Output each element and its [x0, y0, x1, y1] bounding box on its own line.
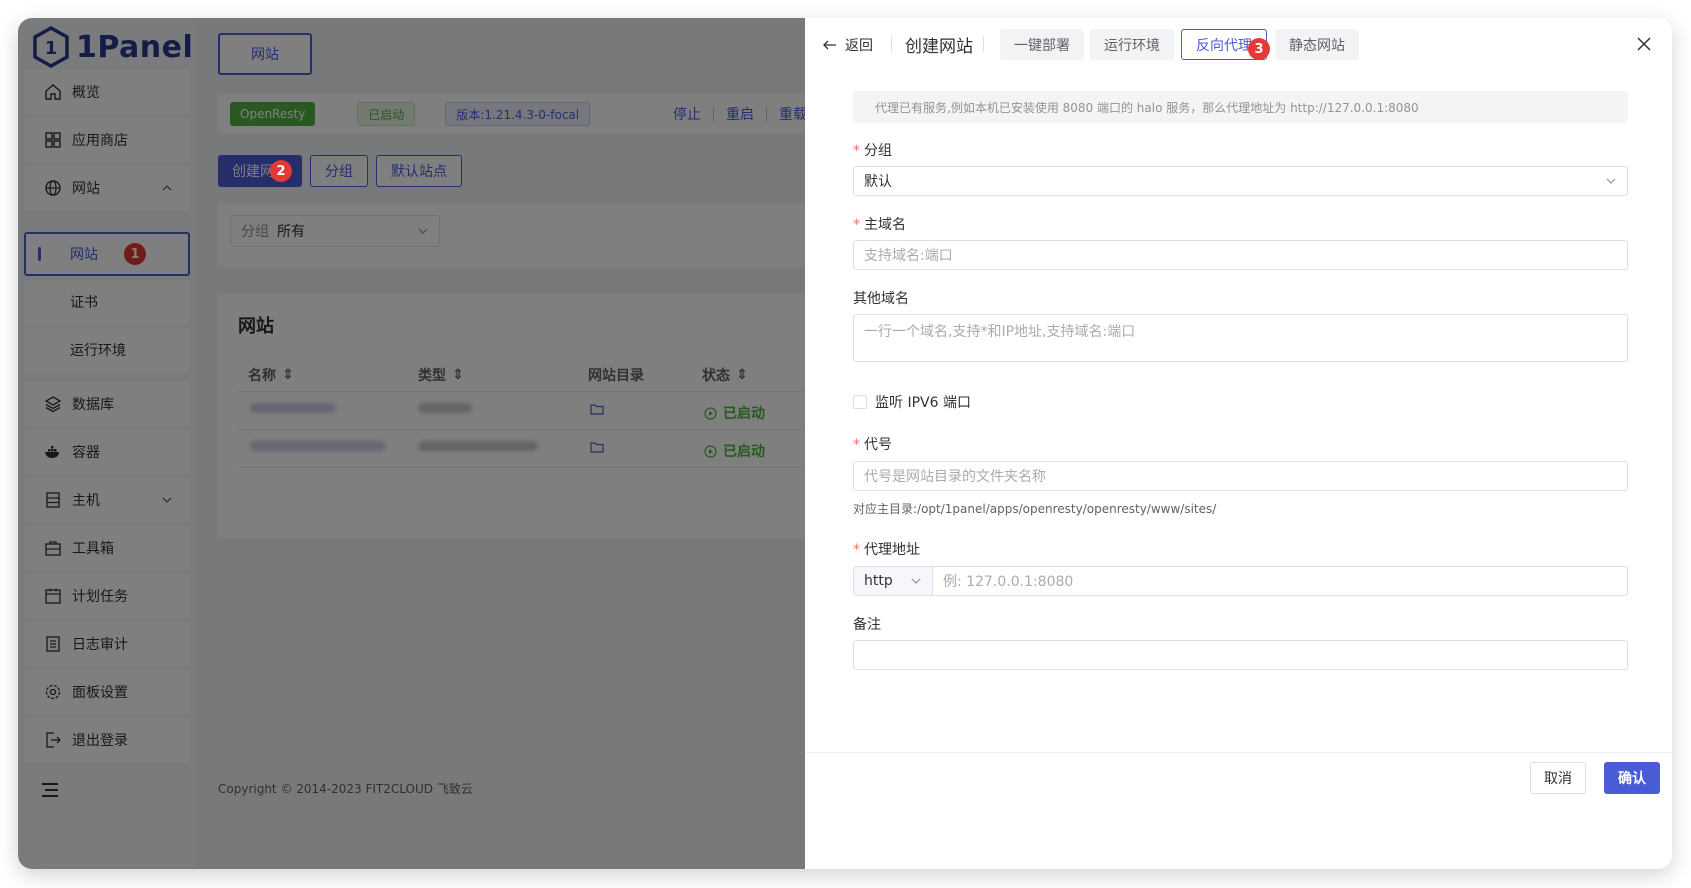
divider: [983, 36, 984, 52]
other-domains-textarea[interactable]: 一行一个域名,支持*和IP地址,支持域名:端口: [853, 314, 1628, 362]
group-select[interactable]: 默认: [853, 166, 1628, 196]
primary-domain-input[interactable]: 支持域名:端口: [853, 240, 1628, 270]
other-domains-placeholder: 一行一个域名,支持*和IP地址,支持域名:端口: [864, 324, 1136, 340]
tab-one-click-deploy[interactable]: 一键部署: [1000, 29, 1084, 60]
ipv6-label: 监听 IPV6 端口: [875, 395, 971, 411]
alias-placeholder: 代号是网站目录的文件夹名称: [864, 469, 1046, 485]
group-label-text: 分组: [864, 143, 892, 159]
group-label: * 分组: [853, 143, 892, 159]
remark-input[interactable]: [853, 640, 1628, 670]
chevron-down-icon: [911, 578, 921, 584]
drawer-footer-divider: [805, 752, 1672, 753]
chevron-down-icon: [1606, 178, 1616, 184]
primary-domain-placeholder: 支持域名:端口: [864, 248, 953, 264]
create-website-drawer: 返回 创建网站 一键部署 运行环境 反向代理 3 静态网站 代理已有服务,例如本…: [805, 18, 1672, 869]
arrow-left-icon: [823, 40, 836, 50]
tab-static-site[interactable]: 静态网站: [1275, 29, 1359, 60]
confirm-button[interactable]: 确认: [1604, 762, 1660, 794]
alias-label: * 代号: [853, 437, 892, 453]
remark-label: 备注: [853, 617, 881, 633]
cancel-button[interactable]: 取消: [1530, 762, 1586, 794]
proxy-hint-alert: 代理已有服务,例如本机已安装使用 8080 端口的 halo 服务，那么代理地址…: [853, 91, 1628, 123]
alias-input[interactable]: 代号是网站目录的文件夹名称: [853, 461, 1628, 491]
app-window: 1 1Panel 概览 应用商店 网站 网站 1 证书 运行环境: [18, 18, 1672, 869]
modal-overlay[interactable]: [18, 18, 805, 869]
close-icon[interactable]: [1634, 34, 1654, 54]
proxy-address-placeholder: 例: 127.0.0.1:8080: [943, 574, 1074, 590]
other-domains-label: 其他域名: [853, 291, 909, 307]
step-badge-3: 3: [1248, 38, 1270, 60]
back-label: 返回: [845, 38, 873, 54]
primary-domain-label-text: 主域名: [864, 217, 906, 233]
proxy-address-label-text: 代理地址: [864, 542, 920, 558]
alias-label-text: 代号: [864, 437, 892, 453]
divider: [891, 36, 892, 52]
drawer-title: 创建网站: [905, 37, 973, 57]
protocol-select[interactable]: http: [853, 566, 933, 596]
ipv6-checkbox-row[interactable]: 监听 IPV6 端口: [853, 392, 971, 412]
primary-domain-label: * 主域名: [853, 217, 906, 233]
back-button[interactable]: 返回: [823, 32, 873, 58]
tab-runtime[interactable]: 运行环境: [1090, 29, 1174, 60]
step-badge-2: 2: [270, 160, 292, 182]
proxy-address-input[interactable]: 例: 127.0.0.1:8080: [932, 566, 1628, 596]
proxy-address-label: * 代理地址: [853, 542, 920, 558]
protocol-value: http: [864, 573, 893, 589]
alias-help-text: 对应主目录:/opt/1panel/apps/openresty/openres…: [853, 502, 1217, 516]
group-select-value: 默认: [864, 174, 892, 190]
ipv6-checkbox[interactable]: [853, 395, 867, 409]
